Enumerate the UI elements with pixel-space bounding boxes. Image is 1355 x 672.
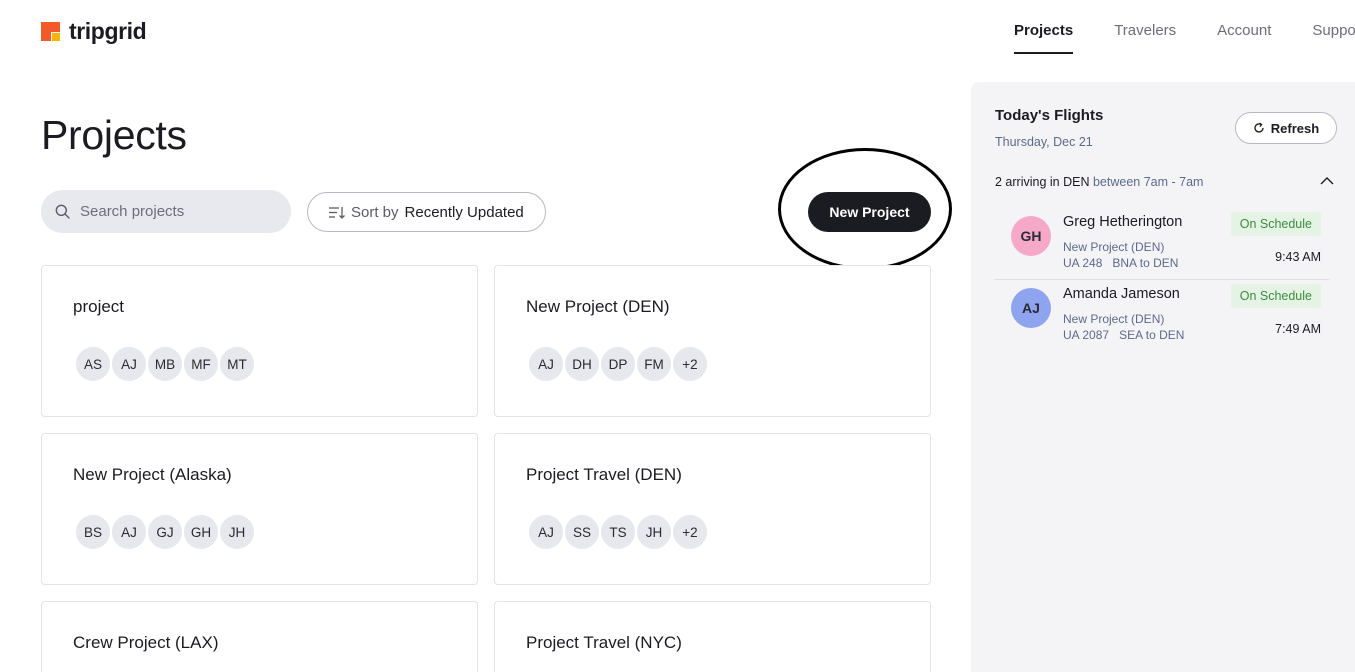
avatar: MB — [146, 345, 184, 383]
refresh-label: Refresh — [1270, 120, 1320, 136]
nav-projects[interactable]: Projects — [1014, 22, 1074, 54]
avatar-overflow-count: +2 — [671, 513, 709, 551]
avatar: JH — [635, 513, 673, 551]
project-card[interactable]: Project Travel (NYC) — [494, 601, 931, 672]
panel-date: Thursday, Dec 21 — [995, 135, 1093, 149]
status-badge: On Schedule — [1230, 212, 1321, 236]
search-icon — [55, 204, 70, 219]
flight-number: UA 248 — [1063, 256, 1103, 270]
sort-value: Recently Updated — [404, 203, 524, 221]
sort-prefix: Sort by — [351, 203, 399, 221]
nav-account[interactable]: Account — [1217, 22, 1271, 54]
panel-title: Today's Flights — [995, 107, 1104, 124]
flight-row[interactable]: GH Greg Hetherington New Project (DEN) U… — [995, 210, 1329, 280]
avatar: FM — [635, 345, 673, 383]
project-title: project — [73, 297, 125, 316]
arrival-time: 7:49 AM — [1275, 322, 1321, 336]
arrivals-count: 2 arriving in DEN — [995, 175, 1090, 189]
flight-route: UA 248 BNA to DEN — [1063, 256, 1178, 270]
traveler-name: Greg Hetherington — [1063, 214, 1183, 230]
status-badge: On Schedule — [1230, 284, 1321, 308]
project-title: Crew Project (LAX) — [73, 633, 219, 652]
avatar: AJ — [110, 513, 148, 551]
flight-project: New Project (DEN) — [1063, 240, 1165, 254]
page: tripgrid Projects Travelers Account Supp… — [0, 0, 1355, 672]
search-box[interactable] — [41, 190, 291, 233]
arrivals-window: between 7am - 7am — [1092, 175, 1204, 189]
traveler-name: Amanda Jameson — [1063, 286, 1180, 302]
project-title: Project Travel (DEN) — [526, 465, 682, 484]
todays-flights-panel: Today's Flights Thursday, Dec 21 Refresh… — [971, 82, 1355, 672]
project-title: New Project (Alaska) — [73, 465, 232, 484]
avatar-group: AS AJ MB MF MT — [74, 345, 256, 383]
sort-icon — [329, 206, 345, 219]
nav-support[interactable]: Suppor — [1312, 22, 1355, 54]
flight-project: New Project (DEN) — [1063, 312, 1165, 326]
flight-route: UA 2087 SEA to DEN — [1063, 328, 1184, 342]
top-nav: Projects Travelers Account Suppor — [1014, 22, 1355, 54]
avatar: TS — [599, 513, 637, 551]
avatar-group: AJ DH DP FM +2 — [527, 345, 709, 383]
flight-origin-destination: BNA to DEN — [1112, 256, 1179, 270]
avatar-group: AJ SS TS JH +2 — [527, 513, 709, 551]
flight-row[interactable]: AJ Amanda Jameson New Project (DEN) UA 2… — [995, 282, 1329, 352]
avatar-group: BS AJ GJ GH JH — [74, 513, 256, 551]
avatar: GH — [182, 513, 220, 551]
avatar: MF — [182, 345, 220, 383]
project-card[interactable]: New Project (Alaska) BS AJ GJ GH JH — [41, 433, 478, 585]
avatar: AJ — [527, 345, 565, 383]
nav-travelers[interactable]: Travelers — [1114, 22, 1176, 54]
traveler-avatar: AJ — [1011, 288, 1051, 328]
avatar: DH — [563, 345, 601, 383]
arrival-time: 9:43 AM — [1275, 250, 1321, 264]
tripgrid-logo[interactable]: tripgrid — [41, 18, 147, 45]
page-title: Projects — [41, 112, 187, 158]
avatar: AJ — [527, 513, 565, 551]
avatar: DP — [599, 345, 637, 383]
logo-text: tripgrid — [69, 18, 147, 44]
project-title: Project Travel (NYC) — [526, 633, 682, 652]
avatar: BS — [74, 513, 112, 551]
avatar: AJ — [110, 345, 148, 383]
avatar: MT — [218, 345, 256, 383]
search-input[interactable] — [80, 203, 260, 220]
avatar: AS — [74, 345, 112, 383]
traveler-avatar: GH — [1011, 216, 1051, 256]
chevron-up-icon[interactable] — [1320, 176, 1334, 186]
avatar: GJ — [146, 513, 184, 551]
refresh-button[interactable]: Refresh — [1235, 112, 1337, 144]
sort-button[interactable]: Sort by Recently Updated — [307, 192, 546, 232]
avatar-overflow-count: +2 — [671, 345, 709, 383]
project-title: New Project (DEN) — [526, 297, 670, 316]
project-card[interactable]: Crew Project (LAX) — [41, 601, 478, 672]
flight-origin-destination: SEA to DEN — [1119, 328, 1185, 342]
flight-number: UA 2087 — [1063, 328, 1110, 342]
refresh-icon — [1254, 122, 1264, 133]
avatar: JH — [218, 513, 256, 551]
avatar: SS — [563, 513, 601, 551]
arrivals-summary: 2 arriving in DEN between 7am - 7am — [995, 175, 1203, 189]
project-card[interactable]: New Project (DEN) AJ DH DP FM +2 — [494, 265, 931, 417]
project-card[interactable]: project AS AJ MB MF MT — [41, 265, 478, 417]
new-project-button[interactable]: New Project — [808, 192, 931, 232]
logo-mark-icon — [41, 22, 60, 41]
project-card[interactable]: Project Travel (DEN) AJ SS TS JH +2 — [494, 433, 931, 585]
